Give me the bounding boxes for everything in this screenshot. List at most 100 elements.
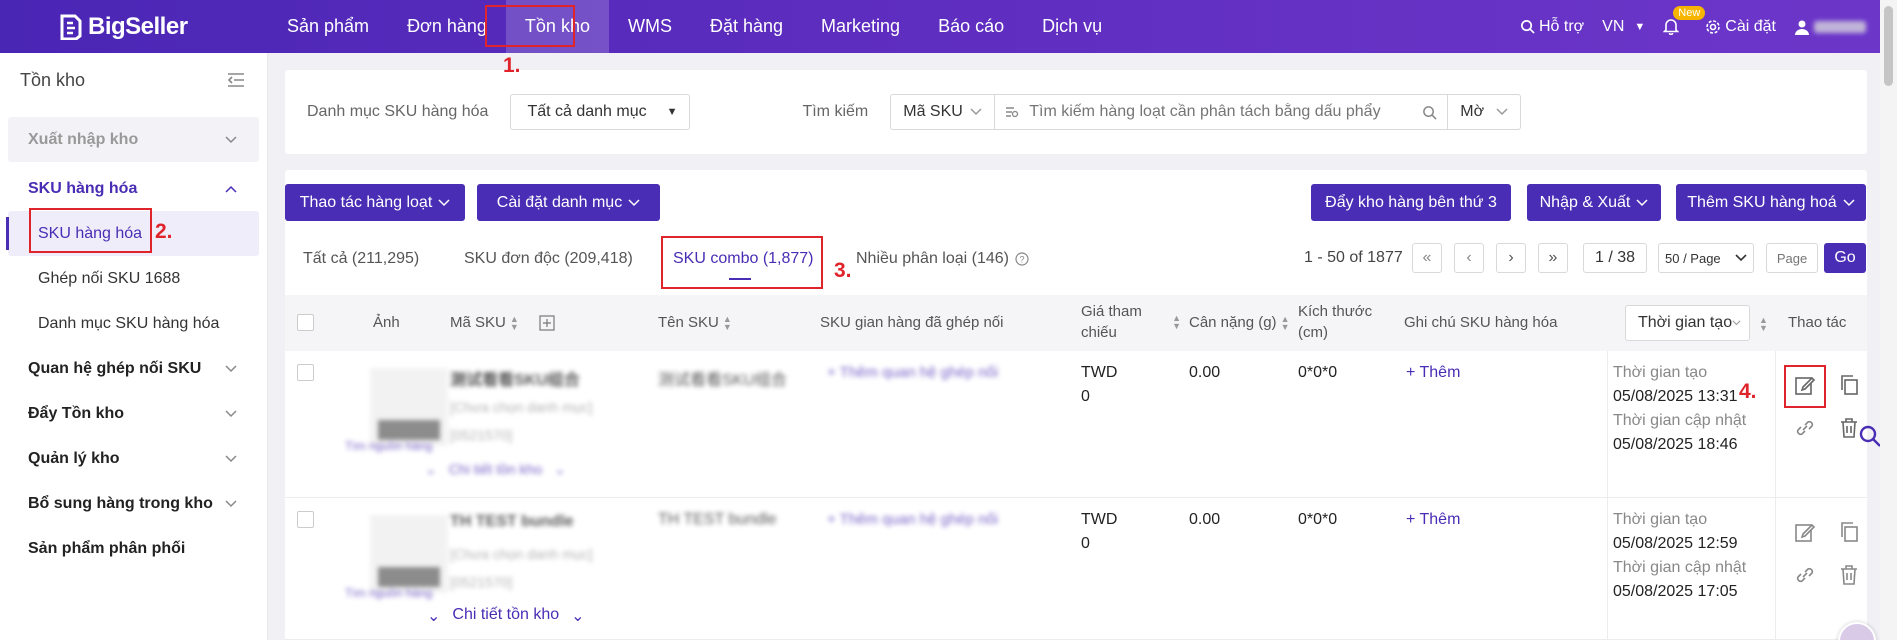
tab-all[interactable]: Tất cả (211,295) — [303, 250, 419, 268]
add-mapping-link[interactable]: + Thêm quan hệ ghép nối — [827, 511, 998, 528]
search-field-select[interactable]: Mã SKU — [890, 94, 996, 130]
collapse-menu-icon[interactable] — [227, 72, 245, 88]
scrollbar-thumb[interactable] — [1884, 6, 1893, 86]
sku-category: [Chưa chọn danh mục] — [450, 546, 593, 562]
brand-logo[interactable]: BigSeller — [58, 13, 268, 41]
link-icon[interactable] — [1794, 417, 1816, 439]
help-circle-icon[interactable]: ? — [1015, 252, 1029, 266]
next-page-button[interactable]: › — [1496, 243, 1526, 273]
search-input[interactable] — [1029, 103, 1413, 121]
tab-multi-variant[interactable]: Nhiều phân loại (146) ? — [856, 250, 1029, 268]
row-checkbox[interactable] — [297, 511, 314, 528]
column-image: Ảnh — [373, 314, 400, 331]
product-thumbnail[interactable] — [370, 368, 448, 446]
per-page-value: 50 / Page — [1665, 250, 1721, 266]
column-dimensions: Kích thước (cm) — [1298, 301, 1372, 343]
page-jump-input[interactable] — [1766, 243, 1818, 273]
menu-item-marketing[interactable]: Marketing — [802, 0, 919, 53]
sidebar-group-push-stock[interactable]: Đẩy Tồn kho — [8, 391, 259, 436]
category-select[interactable]: Tất cả danh mục ▼ — [510, 94, 691, 130]
column-weight[interactable]: Cân nặng (g) ▲ ▼ — [1189, 314, 1289, 331]
import-export-button[interactable]: Nhập & Xuất — [1527, 184, 1661, 221]
sidebar-item-sku-category[interactable]: Danh mục SKU hàng hóa — [8, 301, 259, 346]
row-checkbox[interactable] — [297, 364, 314, 381]
user-account-menu[interactable] — [1794, 19, 1866, 35]
category-settings-button[interactable]: Cài đặt danh mục — [477, 184, 660, 221]
chevron-down-icon — [1735, 254, 1747, 262]
settings-link[interactable]: Cài đặt — [1705, 18, 1776, 36]
chevron-down-icon — [628, 198, 640, 206]
add-note-button[interactable]: + Thêm — [1406, 364, 1460, 382]
first-page-button[interactable]: « — [1412, 243, 1442, 273]
prev-page-button[interactable]: ‹ — [1454, 243, 1484, 273]
bulk-search-icon[interactable] — [1005, 105, 1019, 119]
per-page-select[interactable]: 50 / Page — [1658, 243, 1754, 273]
sidebar-group-distribution[interactable]: Sản phẩm phân phối — [8, 526, 259, 571]
menu-item-products[interactable]: Sản phẩm — [268, 0, 388, 53]
column-divider — [1607, 351, 1608, 498]
source-product-link[interactable]: Tìm nguồn hàng — [345, 586, 432, 600]
sidebar-group-replenish[interactable]: Bổ sung hàng trong kho — [8, 481, 259, 526]
chevron-down-icon — [225, 360, 237, 378]
help-link[interactable]: Hỗ trợ — [1520, 18, 1584, 36]
sidebar-group-label: Xuất nhập kho — [28, 130, 139, 148]
menu-item-services[interactable]: Dịch vụ — [1023, 0, 1121, 53]
tab-single-sku[interactable]: SKU đơn độc (209,418) — [464, 250, 633, 268]
copy-icon[interactable] — [1839, 374, 1859, 396]
add-note-button[interactable]: + Thêm — [1406, 511, 1460, 529]
add-sku-button[interactable]: Thêm SKU hàng hoá — [1676, 184, 1866, 221]
menu-item-wms[interactable]: WMS — [609, 0, 691, 53]
sku-code[interactable]: 测试看看SKU组合 — [450, 366, 580, 390]
sidebar-item-sku-1688[interactable]: Ghép nối SKU 1688 — [8, 256, 259, 301]
last-page-button[interactable]: » — [1538, 243, 1568, 273]
push-3pl-warehouse-button[interactable]: Đẩy kho hàng bên thứ 3 — [1311, 184, 1511, 221]
product-thumbnail[interactable] — [370, 515, 448, 593]
sidebar-group-label: Bổ sung hàng trong kho — [28, 494, 213, 512]
column-sku-name[interactable]: Tên SKU ▲ ▼ — [658, 314, 732, 331]
column-label: Mã SKU — [450, 314, 506, 331]
edit-icon[interactable] — [1794, 521, 1816, 543]
search-icon[interactable] — [1422, 105, 1437, 120]
sidebar-group-stock-io[interactable]: Xuất nhập kho — [8, 117, 259, 162]
menu-item-purchase[interactable]: Đặt hàng — [691, 0, 802, 53]
column-reference-price[interactable]: Giá tham chiếu ▲ ▼ — [1081, 301, 1181, 343]
dimensions-value: 0*0*0 — [1298, 364, 1338, 381]
current-page-indicator: 1 / 38 — [1583, 243, 1647, 273]
time-sort-select[interactable]: Thời gian tạo — [1625, 305, 1750, 341]
chevron-down-icon: ⌄ — [554, 461, 566, 477]
svg-text:?: ? — [1019, 255, 1024, 265]
trash-icon[interactable] — [1839, 417, 1859, 439]
menu-item-reports[interactable]: Báo cáo — [919, 0, 1023, 53]
page-scrollbar[interactable] — [1880, 0, 1897, 640]
sidebar-group-label: Đẩy Tồn kho — [28, 404, 125, 422]
trash-icon[interactable] — [1839, 564, 1859, 586]
sidebar-group-sku[interactable]: SKU hàng hóa — [8, 166, 259, 211]
add-mapping-link[interactable]: + Thêm quan hệ ghép nối — [827, 364, 998, 381]
column-label: Cân nặng (g) — [1189, 314, 1277, 331]
go-page-button[interactable]: Go — [1824, 243, 1866, 273]
inventory-detail-link[interactable]: ⌄ Chi tiết tồn kho ⌄ — [425, 461, 566, 478]
sku-id: [0521570] — [450, 427, 513, 443]
column-sku-code[interactable]: Mã SKU ▲ ▼ — [450, 314, 555, 331]
select-all-checkbox[interactable] — [297, 314, 314, 331]
language-selector[interactable]: VN ▼ — [1602, 18, 1645, 36]
sidebar-group-sku-mapping[interactable]: Quan hệ ghép nối SKU — [8, 346, 259, 391]
inventory-detail-link[interactable]: ⌄ Chi tiết tồn kho ⌄ — [427, 606, 585, 626]
price-value: 0 — [1081, 388, 1090, 405]
sku-code[interactable]: TH TEST bundle — [450, 513, 574, 531]
bulk-actions-button[interactable]: Thao tác hàng loạt — [285, 184, 465, 221]
notification-button[interactable]: New — [1663, 6, 1706, 35]
top-navigation-bar: BigSeller Sản phẩm Đơn hàng Tồn kho WMS … — [0, 0, 1880, 53]
sort-icon[interactable]: ▲ ▼ — [1759, 316, 1768, 333]
annotation-step-1: 1. — [503, 54, 521, 77]
match-mode-select[interactable]: Mờ — [1448, 94, 1522, 130]
add-column-icon[interactable] — [539, 314, 555, 331]
link-icon[interactable] — [1794, 564, 1816, 586]
language-label: VN — [1602, 17, 1625, 35]
sidebar-group-warehouse[interactable]: Quản lý kho — [8, 436, 259, 481]
source-product-link[interactable]: Tìm nguồn hàng — [345, 439, 432, 453]
tab-label: Nhiều phân loại (146) — [856, 250, 1009, 267]
copy-icon[interactable] — [1839, 521, 1859, 543]
chevron-down-icon — [1496, 108, 1508, 116]
table-row: Tìm nguồn hàng TH TEST bundle [Chưa chọn… — [285, 498, 1867, 640]
